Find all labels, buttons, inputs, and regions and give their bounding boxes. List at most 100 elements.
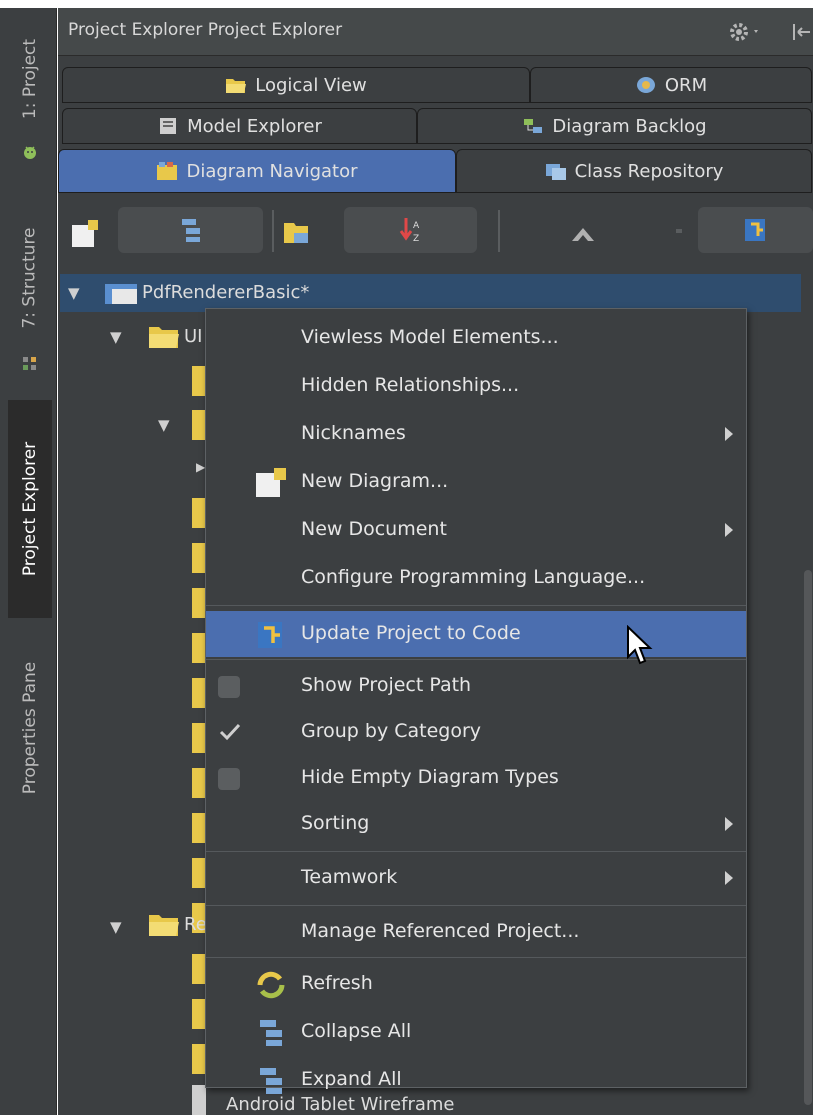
tab-project-explorer-label: Project Explorer (20, 441, 41, 577)
tab-diagram-backlog[interactable]: Diagram Backlog (417, 108, 812, 144)
update-code-button[interactable] (698, 207, 813, 253)
tab-diagram-backlog-label: Diagram Backlog (552, 115, 707, 137)
cursor-icon (627, 625, 653, 665)
tab-7-structure[interactable]: 7: Structure (8, 208, 52, 348)
menu-item-configure-language[interactable]: Configure Programming Language... (206, 555, 746, 601)
up-arrow-icon[interactable] (570, 225, 596, 243)
pin-icon[interactable] (790, 20, 812, 44)
menu-item-new-diagram[interactable]: New Diagram... (206, 459, 746, 505)
diagram-file-icon (192, 633, 206, 663)
tab-7-structure-label: 7: Structure (20, 227, 40, 329)
menu-divider (206, 659, 746, 660)
menu-label: Viewless Model Elements... (301, 326, 559, 348)
tab-model-explorer-label: Model Explorer (187, 115, 322, 137)
new-diagram-icon[interactable] (70, 219, 100, 249)
dropdown-mark (676, 229, 682, 233)
diagram-file-icon (192, 588, 206, 618)
menu-item-show-project-path[interactable]: Show Project Path (206, 663, 746, 709)
menu-item-refresh[interactable]: Refresh (206, 961, 746, 1007)
sort-button[interactable]: A Z (344, 207, 477, 253)
menu-divider (206, 605, 746, 606)
tab-diagram-navigator-label: Diagram Navigator (186, 160, 358, 182)
app-window: 1: Project 7: Structure Project Explorer… (0, 0, 813, 1115)
menu-item-sorting[interactable]: Sorting (206, 801, 746, 847)
menu-item-manage-referenced[interactable]: Manage Referenced Project... (206, 909, 746, 955)
menu-item-new-document[interactable]: New Document (206, 507, 746, 553)
collapse-icon (181, 219, 200, 242)
tab-orm[interactable]: ORM (530, 67, 812, 103)
tree-folder-ref[interactable]: Re (184, 914, 207, 935)
menu-item-collapse-all[interactable]: Collapse All (206, 1009, 746, 1055)
menu-item-viewless[interactable]: Viewless Model Elements... (206, 315, 746, 361)
diagram-backlog-icon (524, 119, 543, 133)
checkmark-icon[interactable] (218, 721, 242, 743)
diagram-file-icon (192, 858, 206, 888)
toolbar: A Z (58, 195, 813, 265)
collapse-icon (260, 1020, 282, 1046)
menu-item-update-project[interactable]: Update Project to Code (206, 611, 746, 657)
tab-logical-view[interactable]: Logical View (62, 67, 530, 103)
scrollbar-thumb[interactable] (804, 570, 812, 1105)
submenu-arrow-icon (725, 427, 733, 441)
toolbar-separator (498, 210, 500, 252)
expand-triangle[interactable]: ▼ (110, 918, 122, 936)
diagram-file-icon (192, 543, 206, 573)
menu-divider (206, 905, 746, 906)
tab-model-explorer[interactable]: Model Explorer (62, 108, 417, 144)
diagram-file-icon (192, 498, 206, 528)
menu-item-hidden-relationships[interactable]: Hidden Relationships... (206, 363, 746, 409)
expand-triangle[interactable]: ▼ (68, 284, 80, 302)
expand-triangle[interactable]: ▼ (110, 328, 122, 346)
svg-text:Z: Z (413, 234, 419, 244)
menu-label: New Diagram... (301, 470, 449, 492)
menu-label: New Document (301, 518, 447, 540)
menu-label: Configure Programming Language... (301, 566, 646, 588)
tree-folder-ui[interactable]: UI (184, 326, 202, 347)
submenu-arrow-icon (725, 523, 733, 537)
menu-label: Expand All (301, 1068, 402, 1090)
menu-label: Sorting (301, 812, 370, 834)
tab-properties-pane[interactable]: Properties Pane (8, 630, 52, 826)
tree-root-label[interactable]: PdfRendererBasic* (142, 282, 309, 303)
checkbox[interactable] (218, 768, 240, 790)
sort-icon: A Z (399, 218, 420, 244)
folder-diagram-icon[interactable] (282, 217, 312, 247)
diagram-file-icon (192, 999, 206, 1029)
menu-item-group-by-category[interactable]: Group by Category (206, 709, 746, 755)
menu-label: Show Project Path (301, 674, 472, 696)
tab-project-explorer[interactable]: Project Explorer (8, 400, 52, 618)
tab-class-repository[interactable]: Class Repository (456, 149, 812, 193)
diagram-file-icon (192, 1085, 206, 1115)
collapse-triangle[interactable]: ▶ (196, 460, 205, 474)
menu-label: Manage Referenced Project... (301, 920, 580, 942)
android-icon (24, 146, 36, 159)
menu-item-expand-all[interactable]: Expand All (206, 1057, 746, 1103)
expand-icon (260, 1068, 282, 1094)
tab-orm-label: ORM (664, 74, 708, 96)
model-explorer-icon (160, 118, 177, 134)
folder-icon (149, 915, 179, 936)
menu-label: Teamwork (301, 866, 398, 888)
folder-icon (226, 79, 247, 93)
gear-icon[interactable] (728, 20, 764, 44)
new-diagram-icon (256, 468, 286, 497)
tab-1-project[interactable]: 1: Project (8, 24, 52, 134)
collapse-button[interactable] (118, 207, 263, 253)
menu-divider (206, 957, 746, 958)
diagram-file-icon (192, 954, 206, 984)
tab-diagram-navigator[interactable]: Diagram Navigator (58, 149, 456, 193)
menu-label: Hide Empty Diagram Types (301, 766, 559, 788)
menu-item-nicknames[interactable]: Nicknames (206, 411, 746, 457)
expand-triangle[interactable]: ▼ (158, 416, 170, 434)
submenu-arrow-icon (725, 871, 733, 885)
diagram-file-icon (192, 1044, 206, 1074)
menu-item-teamwork[interactable]: Teamwork (206, 855, 746, 901)
refresh-icon (257, 971, 285, 999)
update-code-icon (744, 219, 765, 241)
submenu-arrow-icon (725, 817, 733, 831)
checkbox[interactable] (218, 676, 240, 698)
menu-item-hide-empty[interactable]: Hide Empty Diagram Types (206, 755, 746, 801)
diagram-file-icon (192, 813, 206, 843)
diagram-file-icon (192, 678, 206, 708)
menu-label: Group by Category (301, 720, 482, 742)
